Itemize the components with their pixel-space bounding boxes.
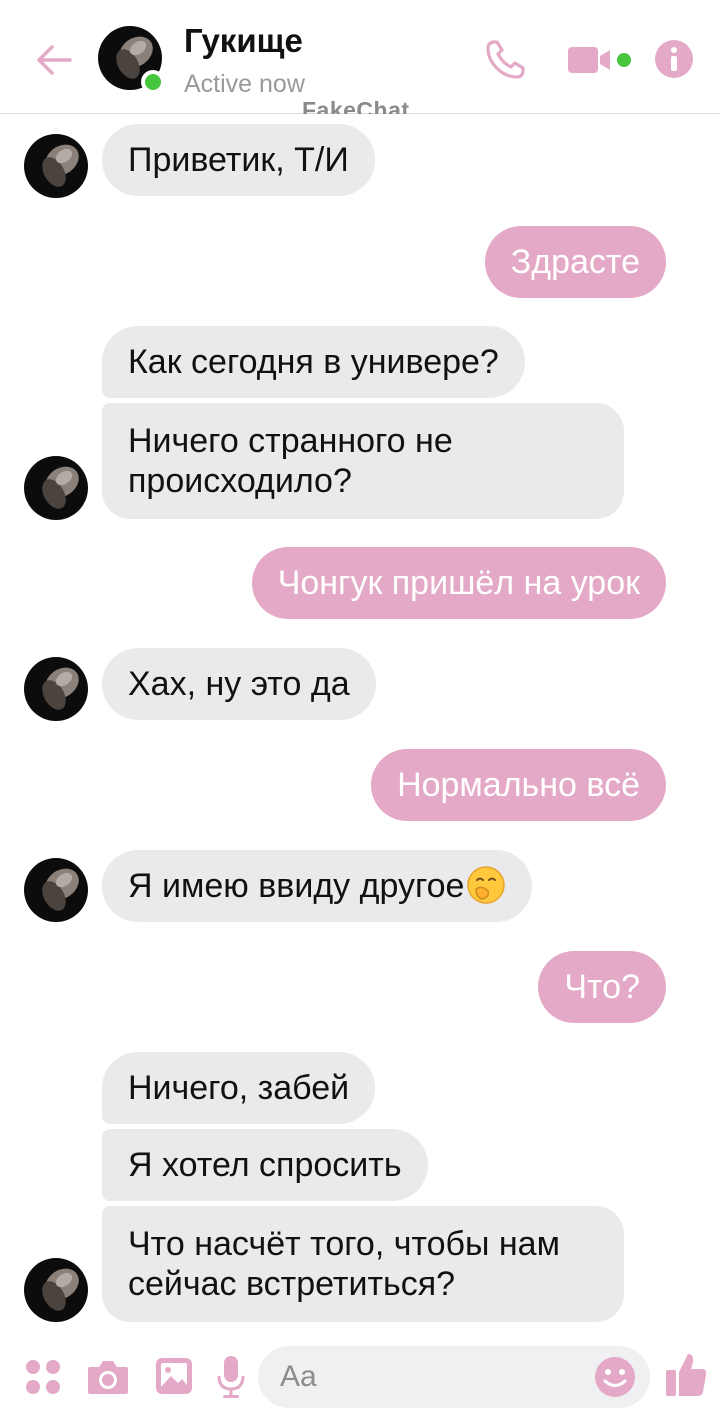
- message-input-container: [258, 1346, 650, 1408]
- thumbs-up-icon[interactable]: [664, 1350, 708, 1398]
- image-icon[interactable]: [154, 1356, 194, 1396]
- apps-icon[interactable]: [24, 1358, 62, 1396]
- message-incoming[interactable]: Ничего, забей: [102, 1052, 376, 1124]
- message-outgoing[interactable]: Здрасте: [484, 226, 666, 298]
- camera-icon[interactable]: [86, 1358, 130, 1396]
- contact-avatar-small[interactable]: [24, 657, 88, 721]
- message-outgoing[interactable]: Чонгук пришёл на урок: [251, 547, 666, 619]
- contact-avatar-small[interactable]: [24, 858, 88, 922]
- message-incoming[interactable]: Что насчёт того, чтобы нам сейчас встрет…: [102, 1206, 624, 1322]
- message-incoming[interactable]: Я имею ввиду другое: [102, 850, 533, 922]
- message-incoming[interactable]: Хах, ну это да: [102, 648, 376, 720]
- contact-avatar-small[interactable]: [24, 1258, 88, 1322]
- contact-status: Active now: [184, 70, 305, 98]
- contact-avatar-small[interactable]: [24, 134, 88, 198]
- message-incoming[interactable]: Приветик, Т/И: [102, 124, 375, 196]
- chat-header: Гукище Active now FakeChat: [0, 0, 720, 114]
- message-incoming[interactable]: Я хотел спросить: [102, 1129, 428, 1201]
- contact-name[interactable]: Гукище: [184, 22, 303, 60]
- online-indicator: [141, 70, 165, 94]
- message-incoming[interactable]: Ничего странного не происходило?: [102, 403, 624, 519]
- video-icon[interactable]: [566, 44, 636, 76]
- phone-icon[interactable]: [484, 37, 528, 81]
- message-text: Я имею ввиду другое: [128, 867, 465, 905]
- microphone-icon[interactable]: [216, 1354, 246, 1400]
- contact-avatar-small[interactable]: [24, 456, 88, 520]
- message-input[interactable]: [280, 1346, 580, 1408]
- emoji-icon[interactable]: [594, 1356, 636, 1398]
- message-incoming[interactable]: Как сегодня в универе?: [102, 326, 525, 398]
- message-outgoing[interactable]: Что?: [538, 951, 666, 1023]
- watermark: FakeChat: [302, 97, 410, 114]
- back-arrow-icon[interactable]: [30, 36, 78, 84]
- message-composer: [0, 1336, 720, 1414]
- hand-over-mouth-emoji-icon: [467, 866, 506, 904]
- message-outgoing[interactable]: Нормально всё: [371, 749, 666, 821]
- info-icon[interactable]: [654, 39, 694, 79]
